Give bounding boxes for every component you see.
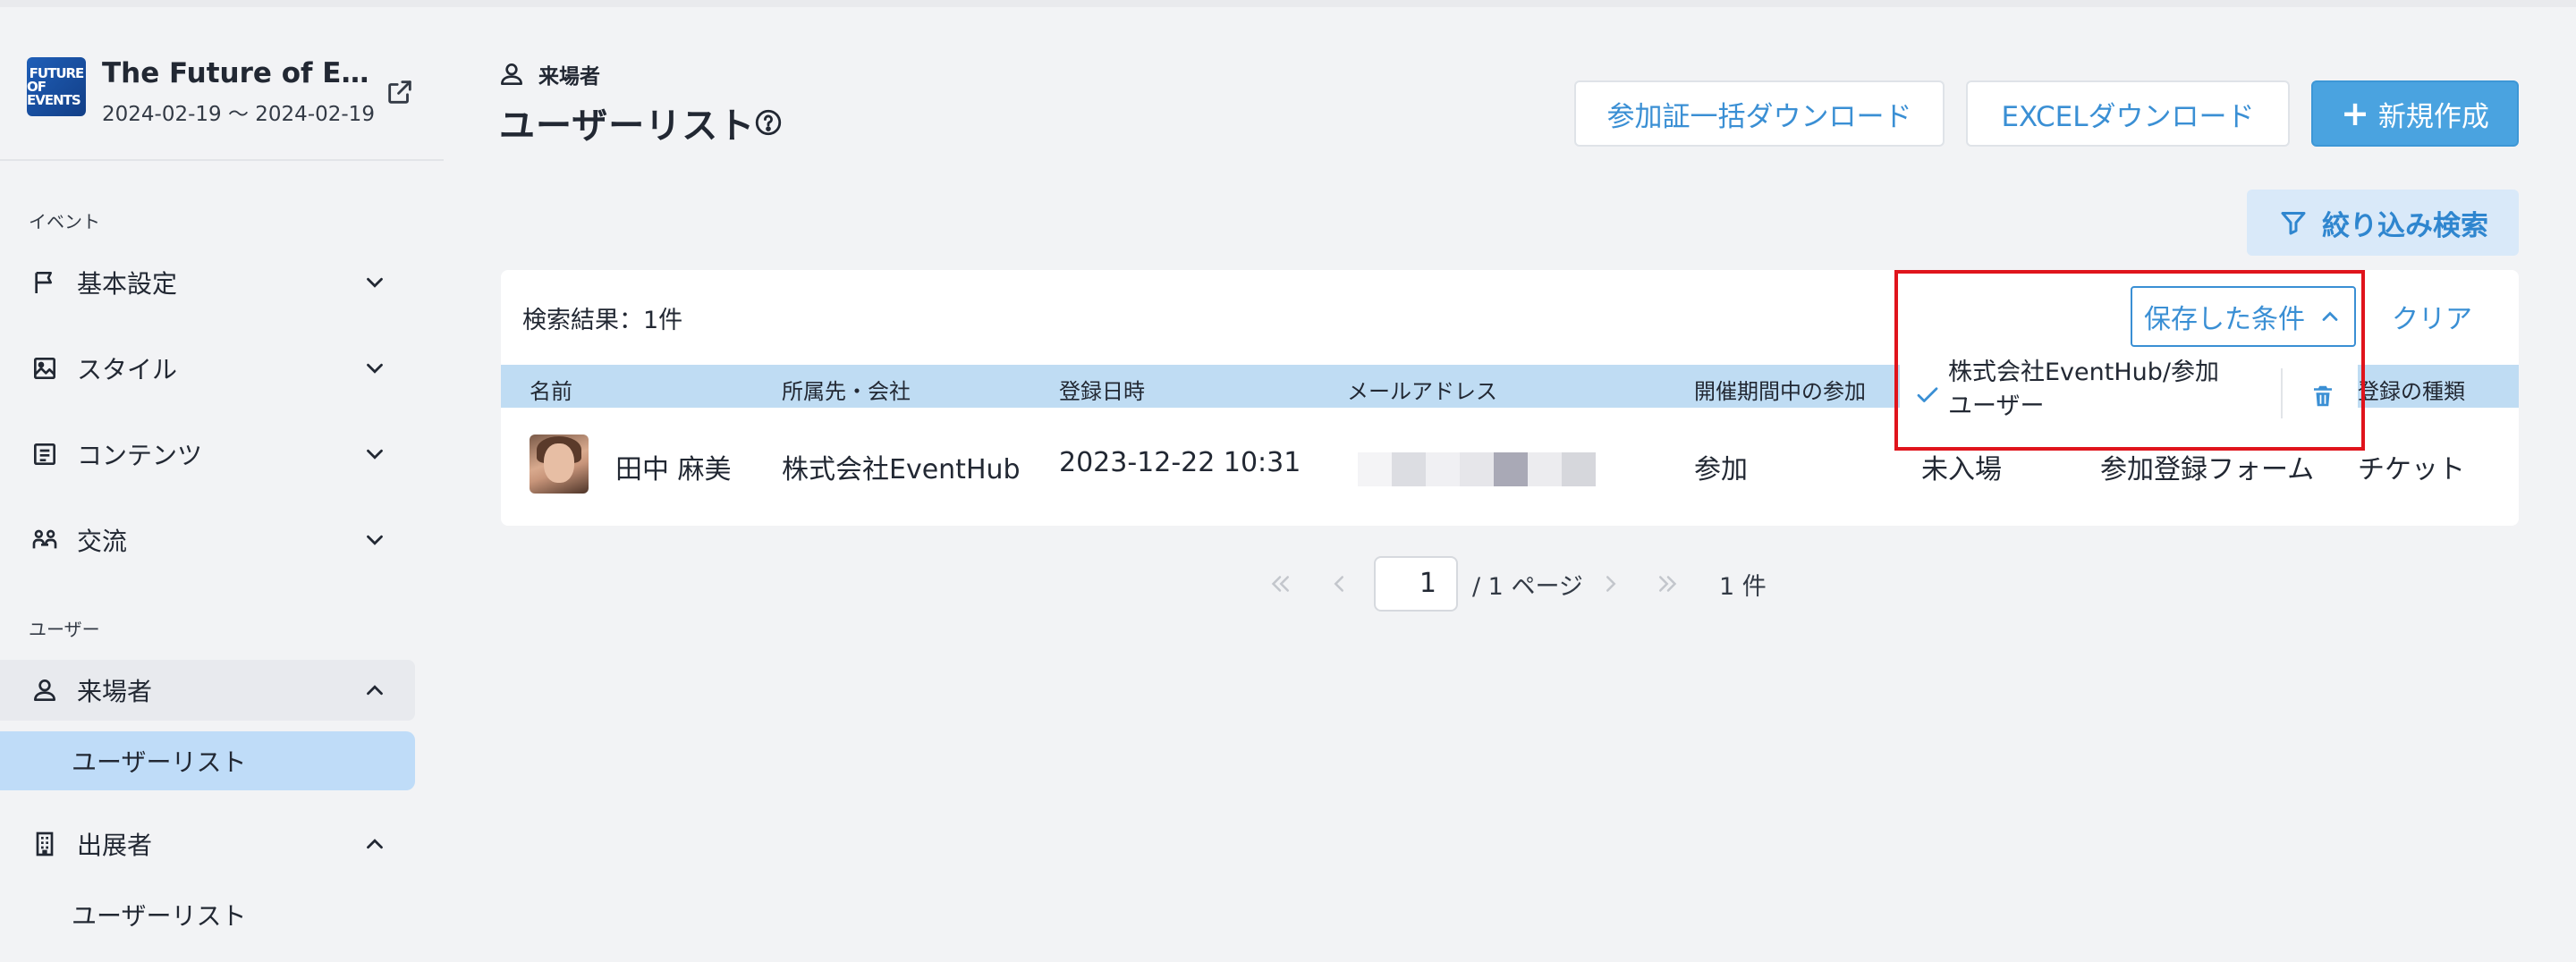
sidebar-subitem-exhibitor-user-list[interactable]: ユーザーリスト — [0, 885, 415, 944]
column-header-company[interactable]: 所属先・会社 — [782, 374, 911, 405]
column-header-participation[interactable]: 開催期間中の参加 — [1694, 374, 1866, 405]
chevron-up-icon — [367, 685, 383, 696]
cell-company: 株式会社EventHub — [782, 454, 1021, 485]
image-icon — [34, 358, 55, 379]
sidebar-item-label: 来場者 — [77, 677, 153, 706]
sidebar-item-label: コンテンツ — [77, 441, 203, 470]
cell-participation: 参加 — [1694, 454, 1748, 485]
user-icon — [34, 679, 55, 701]
sidebar-item-exhibitors[interactable]: 出展者 — [0, 814, 415, 874]
filter-search-label: 絞り込み検索 — [2322, 209, 2488, 242]
column-header-name[interactable]: 名前 — [530, 374, 572, 405]
sidebar-item-visitors[interactable]: 来場者 — [0, 660, 415, 721]
last-page-icon[interactable] — [1655, 570, 1682, 597]
top-strip — [0, 0, 2576, 7]
chevron-down-icon — [367, 449, 383, 460]
sidebar-item-label: スタイル — [77, 355, 178, 384]
sidebar-item-networking[interactable]: 交流 — [0, 510, 415, 570]
next-page-icon[interactable] — [1597, 570, 1624, 597]
chevron-down-icon — [367, 535, 383, 545]
sidebar-item-label: 基本設定 — [77, 269, 178, 299]
result-count: 検索結果：1件 — [522, 307, 683, 334]
column-header-registered[interactable]: 登録日時 — [1059, 374, 1145, 405]
filter-search-button[interactable]: 絞り込み検索 — [2247, 190, 2519, 256]
total-count: 1 件 — [1719, 573, 1767, 601]
event-logo-text-2: OF EVENTS — [27, 78, 81, 108]
event-header: FUTURE OF EVENTS The Future of Eve... 20… — [27, 52, 420, 126]
section-label-event: イベント — [29, 211, 100, 232]
user-icon — [501, 63, 522, 85]
cell-registration-type: チケット — [2358, 454, 2465, 485]
email-redacted — [1358, 452, 1596, 486]
sidebar-subitem-visitor-user-list[interactable]: ユーザーリスト — [0, 731, 415, 790]
cell-registered: 2023-12-22 10:31 — [1059, 447, 1301, 478]
help-icon[interactable] — [753, 107, 784, 138]
flag-icon — [35, 272, 52, 293]
column-header-registration-type[interactable]: 登録の種類 — [2358, 374, 2465, 405]
create-new-button[interactable]: + 新規作成 — [2311, 80, 2519, 147]
page-total: / 1 ページ — [1472, 573, 1583, 601]
breadcrumb-label: 来場者 — [538, 65, 600, 89]
event-dates: 2024-02-19 〜 2024-02-19 — [102, 103, 375, 126]
avatar — [530, 435, 589, 494]
sidebar-item-label: 交流 — [77, 527, 128, 556]
bulk-download-button[interactable]: 参加証一括ダウンロード — [1574, 80, 1945, 147]
breadcrumb: 来場者 — [497, 59, 600, 89]
cell-entry-status: 未入場 — [1921, 454, 2002, 485]
people-icon — [32, 529, 57, 549]
sidebar-item-label: 出展者 — [77, 831, 153, 860]
event-logo: FUTURE OF EVENTS — [27, 57, 86, 116]
external-link-icon[interactable] — [385, 77, 415, 107]
excel-download-button[interactable]: EXCELダウンロード — [1966, 80, 2290, 147]
first-page-icon[interactable] — [1267, 570, 1293, 597]
plus-icon: + — [2341, 94, 2369, 133]
create-new-label: 新規作成 — [2377, 100, 2489, 133]
page-title: ユーザーリスト — [499, 105, 756, 147]
sidebar-item-basic-settings[interactable]: 基本設定 — [0, 252, 415, 313]
filter-icon — [2281, 212, 2306, 235]
highlight-box — [1894, 270, 2365, 451]
event-title: The Future of Eve... — [102, 57, 370, 89]
sidebar: FUTURE OF EVENTS The Future of Eve... 20… — [0, 7, 444, 962]
sidebar-subitem-label: ユーザーリスト — [72, 747, 247, 777]
cell-registration-form: 参加登録フォーム — [2100, 454, 2315, 485]
sidebar-item-contents[interactable]: コンテンツ — [0, 424, 415, 485]
chevron-up-icon — [367, 839, 383, 849]
page-number-input[interactable]: 1 — [1374, 556, 1458, 612]
chevron-down-icon — [367, 277, 383, 288]
sidebar-item-style[interactable]: スタイル — [0, 338, 415, 399]
clear-button[interactable]: クリア — [2392, 297, 2472, 336]
cell-name: 田中 麻美 — [615, 454, 732, 485]
chevron-down-icon — [367, 363, 383, 374]
column-header-email[interactable]: メールアドレス — [1347, 374, 1497, 405]
section-label-user: ユーザー — [29, 619, 100, 640]
sidebar-subitem-label: ユーザーリスト — [72, 901, 247, 931]
sidebar-divider — [0, 159, 444, 161]
list-icon — [34, 443, 55, 465]
building-icon — [36, 831, 54, 857]
avatar-face — [544, 443, 574, 483]
prev-page-icon[interactable] — [1326, 570, 1352, 597]
